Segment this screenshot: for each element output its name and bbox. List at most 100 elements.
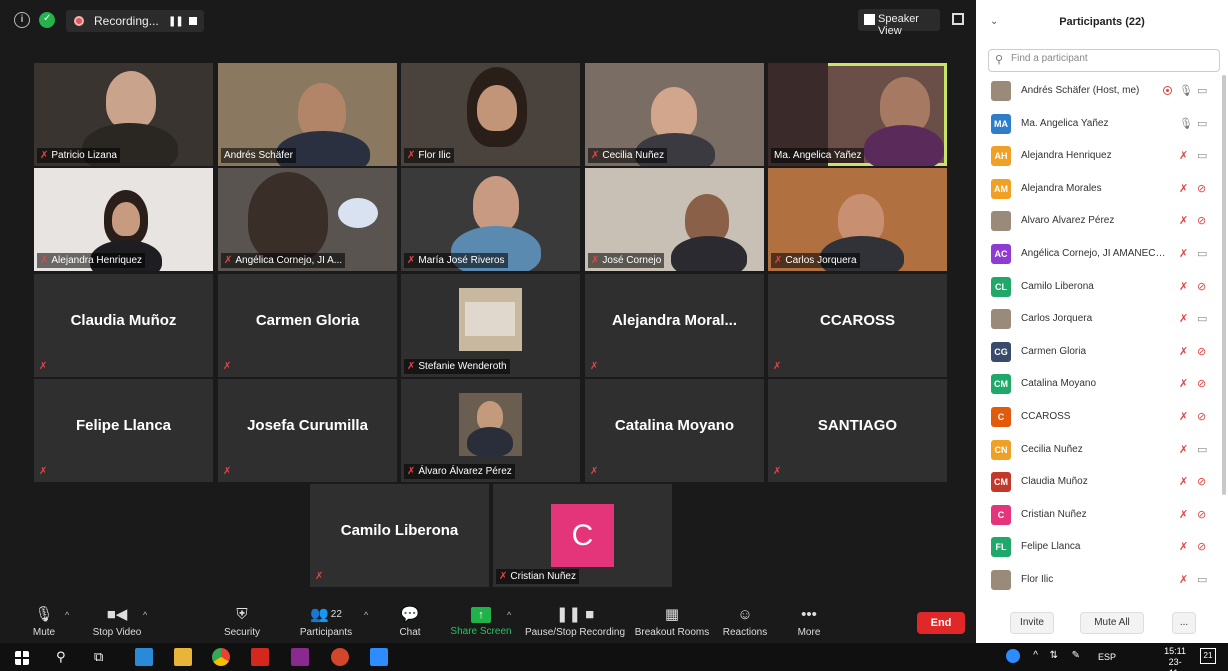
muted-mic-icon[interactable]: ✗ (1179, 475, 1188, 488)
microphone-icon[interactable]: 🎙 (1179, 117, 1193, 130)
participant-row[interactable]: C CCAROSS ✗ ⊘ (976, 401, 1220, 434)
name-tile[interactable]: Alejandra Moral... ✗ (585, 274, 764, 377)
acrobat-icon[interactable] (251, 648, 269, 666)
muted-mic-icon[interactable]: ✗ (1179, 540, 1188, 553)
video-tile[interactable]: ✗ María José Riveros (401, 168, 580, 271)
participant-row[interactable]: CG Carmen Gloria ✗ ⊘ (976, 336, 1220, 369)
winrar-icon[interactable] (291, 648, 309, 666)
windows-start-icon[interactable] (15, 651, 29, 665)
name-tile[interactable]: SANTIAGO ✗ (768, 379, 947, 482)
security-button[interactable]: ⛨ Security (220, 600, 264, 643)
stop-recording-icon[interactable] (189, 17, 197, 25)
participant-search-input[interactable] (1011, 53, 1211, 64)
muted-mic-icon[interactable]: ✗ (1179, 182, 1188, 195)
participant-search-box[interactable]: ⚲ (988, 49, 1220, 72)
breakout-rooms-button[interactable]: ▦ Breakout Rooms (634, 600, 710, 643)
more-button[interactable]: ••• More (794, 600, 824, 643)
video-camera-icon[interactable]: ▭ (1197, 573, 1207, 586)
participant-row[interactable]: Flor Ilic ✗ ▭ (976, 564, 1220, 597)
panel-more-button[interactable]: ... (1172, 612, 1196, 634)
participant-row[interactable]: Andrés Schäfer (Host, me) 🎙 ▭ (976, 75, 1220, 108)
task-view-icon[interactable]: ⧉ (94, 649, 103, 667)
video-off-icon[interactable]: ⊘ (1197, 410, 1206, 423)
video-off-icon[interactable]: ⊘ (1197, 280, 1206, 293)
name-tile[interactable]: Felipe Llanca ✗ (34, 379, 213, 482)
notifications-icon[interactable]: 21 (1200, 648, 1216, 664)
video-off-icon[interactable]: ⊘ (1197, 508, 1206, 521)
muted-mic-icon[interactable]: ✗ (1179, 508, 1188, 521)
reactions-button[interactable]: ☺ Reactions (722, 600, 768, 643)
mail-app-icon[interactable] (135, 648, 153, 666)
video-tile[interactable]: ✗ Patricio Lizana (34, 63, 213, 166)
video-off-icon[interactable]: ⊘ (1197, 214, 1206, 227)
video-off-icon[interactable]: ⊘ (1197, 345, 1206, 358)
name-tile[interactable]: Josefa Curumilla ✗ (218, 379, 397, 482)
participant-row[interactable]: AM Alejandra Morales ✗ ⊘ (976, 173, 1220, 206)
name-tile[interactable]: Carmen Gloria ✗ (218, 274, 397, 377)
participant-row[interactable]: CL Camilo Liberona ✗ ⊘ (976, 271, 1220, 304)
participants-button[interactable]: 👥 22 Participants (296, 600, 356, 643)
mute-button[interactable]: 🎙 Mute (26, 600, 62, 643)
pen-icon[interactable]: ✎ (1072, 650, 1080, 661)
video-camera-icon[interactable]: ▭ (1197, 443, 1207, 456)
video-tile[interactable]: ✗ Flor Ilic (401, 63, 580, 166)
participant-row[interactable]: Carlos Jorquera ✗ ▭ (976, 303, 1220, 336)
mute-options-chevron-icon[interactable]: ^ (65, 610, 69, 620)
file-explorer-icon[interactable] (174, 648, 192, 666)
muted-mic-icon[interactable]: ✗ (1179, 443, 1188, 456)
tray-expand-chevron-icon[interactable]: ^ (1033, 650, 1038, 661)
muted-mic-icon[interactable]: ✗ (1179, 312, 1188, 325)
fullscreen-icon[interactable] (952, 13, 964, 25)
name-tile[interactable]: CCAROSS ✗ (768, 274, 947, 377)
pause-recording-icon[interactable]: ❚❚ (168, 16, 184, 27)
share-screen-button[interactable]: ↑ Share Screen (450, 600, 512, 643)
participant-row[interactable]: AC Angélica Cornejo, JI AMANECER ... ✗ ▭ (976, 238, 1220, 271)
invite-button[interactable]: Invite (1010, 612, 1054, 634)
participant-row[interactable]: Álvaro Álvarez Pérez ✗ ⊘ (976, 205, 1220, 238)
name-tile[interactable]: Claudia Muñoz ✗ (34, 274, 213, 377)
participants-options-chevron-icon[interactable]: ^ (364, 610, 368, 620)
participant-list-scrollbar[interactable] (1222, 75, 1226, 495)
video-tile[interactable]: ✗ Angélica Cornejo, JI A... (218, 168, 397, 271)
clock[interactable]: 15:11 23-11-2020 (1164, 646, 1186, 671)
microphone-icon[interactable]: 🎙 (1179, 84, 1193, 97)
encryption-shield-icon[interactable] (39, 12, 55, 28)
video-options-chevron-icon[interactable]: ^ (143, 610, 147, 620)
chat-button[interactable]: 💬 Chat (394, 600, 426, 643)
participant-row[interactable]: CM Claudia Muñoz ✗ ⊘ (976, 466, 1220, 499)
video-tile[interactable]: Andrés Schäfer (218, 63, 397, 166)
video-camera-icon[interactable]: ▭ (1197, 149, 1207, 162)
video-off-icon[interactable]: ⊘ (1197, 475, 1206, 488)
video-camera-icon[interactable]: ▭ (1197, 117, 1207, 130)
muted-mic-icon[interactable]: ✗ (1179, 410, 1188, 423)
participant-row[interactable]: C Cristian Nuñez ✗ ⊘ (976, 499, 1220, 532)
video-camera-icon[interactable]: ▭ (1197, 84, 1207, 97)
network-icon[interactable]: ⇅ (1050, 650, 1058, 661)
participant-row[interactable]: CM Catalina Moyano ✗ ⊘ (976, 368, 1220, 401)
video-tile[interactable]: ✗ Cecilia Nuñez (585, 63, 764, 166)
speaker-view-button[interactable]: Speaker View (858, 9, 940, 37)
chrome-icon[interactable] (212, 648, 230, 666)
mute-all-button[interactable]: Mute All (1080, 612, 1144, 634)
pause-stop-recording-button[interactable]: ❚❚ ■ Pause/Stop Recording (524, 600, 626, 643)
muted-mic-icon[interactable]: ✗ (1179, 280, 1188, 293)
zoom-app-icon[interactable] (370, 648, 388, 666)
participant-row[interactable]: CN Cecilia Nuñez ✗ ▭ (976, 434, 1220, 467)
search-icon[interactable]: ⚲ (56, 649, 66, 667)
muted-mic-icon[interactable]: ✗ (1179, 214, 1188, 227)
share-options-chevron-icon[interactable]: ^ (507, 610, 511, 620)
muted-mic-icon[interactable]: ✗ (1179, 573, 1188, 586)
info-icon[interactable]: i (14, 12, 30, 28)
video-tile[interactable]: ✗ Carlos Jorquera (768, 168, 947, 271)
video-camera-icon[interactable]: ▭ (1197, 247, 1207, 260)
language-indicator[interactable]: ESP (1098, 652, 1116, 662)
video-tile-active-speaker[interactable]: Ma. Angelica Yañez (768, 63, 947, 166)
muted-mic-icon[interactable]: ✗ (1179, 377, 1188, 390)
participant-row[interactable]: AH Alejandra Henriquez ✗ ▭ (976, 140, 1220, 173)
muted-mic-icon[interactable]: ✗ (1179, 149, 1188, 162)
video-off-icon[interactable]: ⊘ (1197, 377, 1206, 390)
video-camera-icon[interactable]: ▭ (1197, 312, 1207, 325)
video-off-icon[interactable]: ⊘ (1197, 540, 1206, 553)
video-tile[interactable]: ✗ Alejandra Henriquez (34, 168, 213, 271)
end-meeting-button[interactable]: End (917, 612, 965, 634)
